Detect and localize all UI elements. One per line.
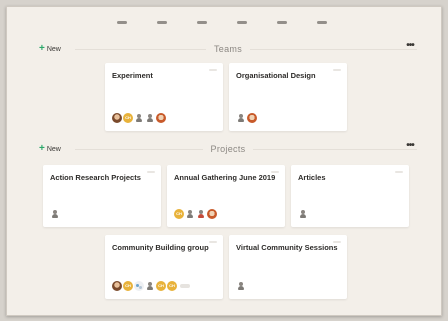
member-avatars <box>298 209 308 219</box>
project-card-action-research[interactable]: Action Research Projects <box>43 165 161 227</box>
avatar <box>247 113 257 123</box>
avatar <box>185 209 195 219</box>
new-team-button[interactable]: + New <box>39 43 61 55</box>
card-menu-icon[interactable] <box>147 171 155 173</box>
avatar <box>156 113 166 123</box>
card-menu-icon[interactable] <box>333 241 341 243</box>
section-title: Teams <box>39 44 417 54</box>
project-card-virtual-community[interactable]: Virtual Community Sessions <box>229 235 347 299</box>
member-avatars <box>236 281 246 291</box>
card-menu-icon[interactable] <box>209 241 217 243</box>
avatar: CH <box>123 113 133 123</box>
member-avatars: CH <box>174 209 217 219</box>
toolbar-icon[interactable] <box>317 21 327 24</box>
team-card-experiment[interactable]: Experiment CH <box>105 63 223 131</box>
avatar <box>50 209 60 219</box>
plus-icon: + <box>39 43 45 54</box>
new-project-button[interactable]: + New <box>39 143 61 155</box>
toolbar-icon[interactable] <box>277 21 287 24</box>
teams-section-header: Teams + New ••• <box>39 41 417 59</box>
avatar <box>207 209 217 219</box>
avatar <box>236 281 246 291</box>
avatar: CH <box>167 281 177 291</box>
card-title: Action Research Projects <box>50 173 141 182</box>
avatar <box>112 281 122 291</box>
avatar <box>134 113 144 123</box>
board-canvas: Teams + New ••• Experiment CH Organisatio… <box>6 6 442 316</box>
card-title: Community Building group <box>112 243 209 252</box>
member-avatars: CH CH CH <box>112 281 190 291</box>
team-card-organisational-design[interactable]: Organisational Design <box>229 63 347 131</box>
avatar <box>112 113 122 123</box>
avatar: CH <box>174 209 184 219</box>
card-title: Virtual Community Sessions <box>236 243 338 252</box>
avatar: CH <box>123 281 133 291</box>
toolbar-icon[interactable] <box>117 21 127 24</box>
member-avatars <box>50 209 60 219</box>
card-menu-icon[interactable] <box>209 69 217 71</box>
project-card-annual-gathering[interactable]: Annual Gathering June 2019 CH <box>167 165 285 227</box>
card-title: Organisational Design <box>236 71 316 80</box>
avatar <box>145 113 155 123</box>
avatar <box>236 113 246 123</box>
avatar: CH <box>156 281 166 291</box>
more-members-indicator[interactable] <box>180 284 190 288</box>
top-toolbar <box>117 21 327 24</box>
avatar <box>145 281 155 291</box>
avatar <box>298 209 308 219</box>
card-menu-icon[interactable] <box>333 69 341 71</box>
projects-section-header: Projects + New ••• <box>39 141 417 159</box>
toolbar-icon[interactable] <box>237 21 247 24</box>
card-title: Experiment <box>112 71 153 80</box>
more-options-icon[interactable]: ••• <box>403 41 417 53</box>
member-avatars: CH <box>112 113 166 123</box>
card-menu-icon[interactable] <box>395 171 403 173</box>
plus-icon: + <box>39 143 45 154</box>
more-options-icon[interactable]: ••• <box>403 141 417 153</box>
card-title: Articles <box>298 173 326 182</box>
card-title: Annual Gathering June 2019 <box>174 173 276 182</box>
section-title: Projects <box>39 144 417 154</box>
card-menu-icon[interactable] <box>271 171 279 173</box>
toolbar-icon[interactable] <box>157 21 167 24</box>
member-avatars <box>236 113 257 123</box>
avatar <box>196 209 206 219</box>
project-card-community-building[interactable]: Community Building group CH CH CH <box>105 235 223 299</box>
project-card-articles[interactable]: Articles <box>291 165 409 227</box>
avatar <box>134 281 144 291</box>
toolbar-icon[interactable] <box>197 21 207 24</box>
